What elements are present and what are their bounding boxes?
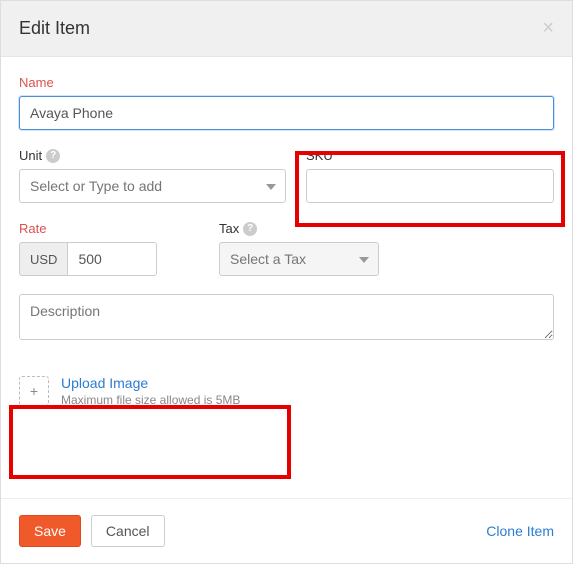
modal-body: Name Unit ? SKU Rate USD	[1, 57, 572, 407]
sku-input[interactable]	[306, 169, 554, 203]
sku-label: SKU	[306, 148, 554, 163]
unit-select[interactable]	[19, 169, 286, 203]
tax-input[interactable]	[219, 242, 379, 276]
description-input[interactable]	[19, 294, 554, 340]
rate-label: Rate	[19, 221, 199, 236]
modal-header: Edit Item ×	[1, 1, 572, 57]
help-icon[interactable]: ?	[46, 149, 60, 163]
currency-label: USD	[19, 242, 67, 276]
name-label: Name	[19, 75, 554, 90]
tax-select[interactable]	[219, 242, 379, 276]
plus-icon: +	[19, 376, 49, 406]
modal-title: Edit Item	[19, 18, 90, 39]
rate-input[interactable]	[67, 242, 157, 276]
clone-item-link[interactable]: Clone Item	[486, 523, 554, 539]
name-input[interactable]	[19, 96, 554, 130]
modal-footer: Save Cancel Clone Item	[1, 498, 572, 563]
upload-image-area[interactable]: + Upload Image Maximum file size allowed…	[19, 375, 554, 407]
upload-image-link[interactable]: Upload Image	[61, 375, 240, 391]
annotation-highlight	[9, 405, 291, 479]
help-icon[interactable]: ?	[243, 222, 257, 236]
unit-input[interactable]	[19, 169, 286, 203]
tax-label: Tax ?	[219, 221, 554, 236]
upload-hint: Maximum file size allowed is 5MB	[61, 393, 240, 407]
close-icon[interactable]: ×	[542, 17, 554, 40]
save-button[interactable]: Save	[19, 515, 81, 547]
unit-label: Unit ?	[19, 148, 286, 163]
cancel-button[interactable]: Cancel	[91, 515, 165, 547]
